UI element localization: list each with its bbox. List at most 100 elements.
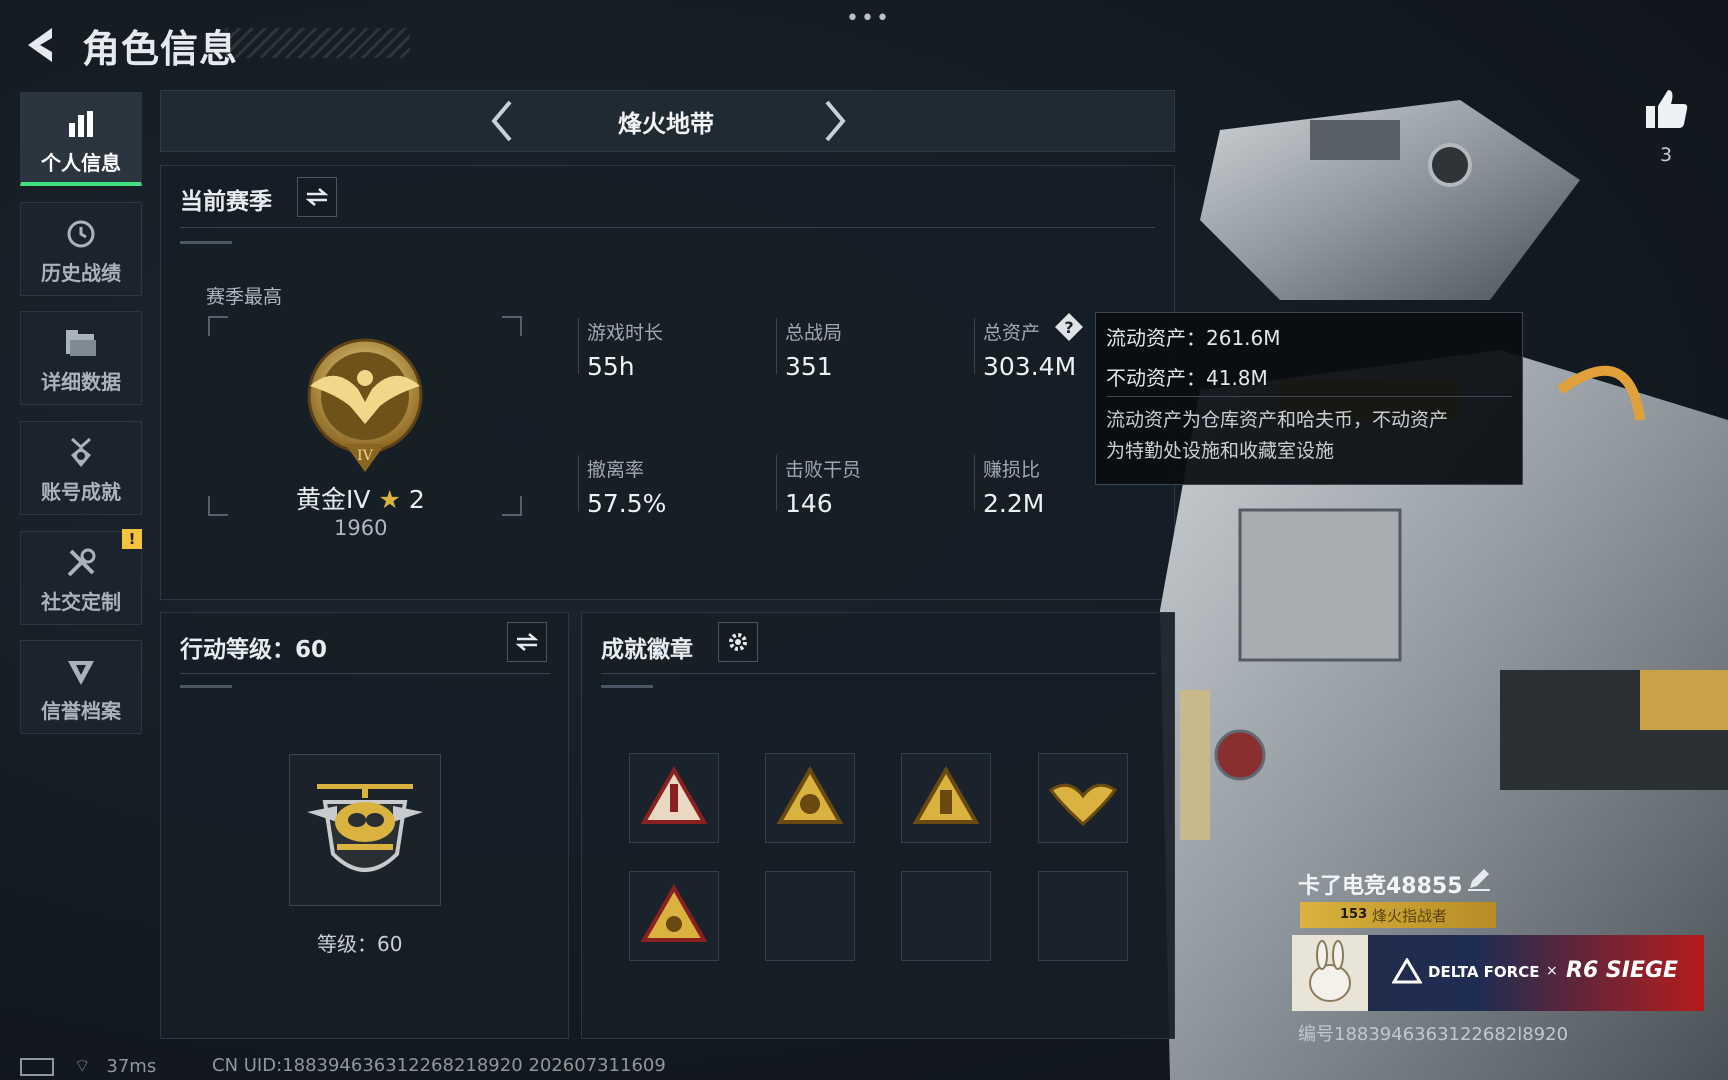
beast-badge-icon <box>776 765 844 824</box>
card-brand: DELTA FORCE <box>1428 963 1540 981</box>
card-separator: × <box>1546 963 1558 979</box>
stat-label: 撤离率 <box>587 459 645 481</box>
badge-slot-7-empty[interactable] <box>901 871 991 961</box>
player-id: 编号1883946363122682l8920 <box>1298 1024 1569 1045</box>
title-decoration <box>225 28 410 58</box>
sidebar-item-reputation[interactable]: 信誉档案 <box>20 640 142 734</box>
frame-corner <box>502 496 522 516</box>
achievements-title: 成就徽章 <box>601 637 693 663</box>
helicopter-emblem-icon <box>307 784 423 872</box>
swap-icon <box>515 633 539 651</box>
sidebar-item-label: 社交定制 <box>41 590 121 614</box>
alert-badge: ! <box>122 529 142 549</box>
thumbs-up-icon[interactable] <box>1644 86 1690 132</box>
stat-value: 57.5% <box>587 489 667 518</box>
frame-corner <box>208 496 228 516</box>
sidebar-item-achievements[interactable]: 账号成就 <box>20 421 142 515</box>
player-level-title: 烽火指战者 <box>1372 907 1448 925</box>
season-switch-button[interactable] <box>297 177 337 217</box>
stat-value: 351 <box>785 352 833 381</box>
action-level-switch-button[interactable] <box>507 622 547 662</box>
medal-icon <box>21 436 141 470</box>
avatar <box>1292 935 1368 1011</box>
action-level-title: 行动等级：60 <box>180 637 328 663</box>
sidebar-item-label: 个人信息 <box>41 151 121 175</box>
mode-title: 烽火地带 <box>618 110 714 138</box>
sidebar-item-label: 详细数据 <box>41 370 121 394</box>
eagle-badge-icon <box>1048 783 1118 827</box>
rank-stars: 2 <box>408 485 425 514</box>
sidebar-item-history[interactable]: 历史战绩 <box>20 202 142 296</box>
badge-slot-3[interactable] <box>901 753 991 843</box>
badge-slot-1[interactable] <box>629 753 719 843</box>
chevron-right-icon[interactable] <box>815 96 855 146</box>
stat-label: 赚损比 <box>983 459 1041 481</box>
card-collab: R6 SIEGE <box>1566 958 1679 983</box>
gold-rank-emblem-icon: IV <box>307 338 423 472</box>
chevron-left-icon[interactable] <box>482 96 522 146</box>
sidebar-item-label: 历史战绩 <box>41 261 121 285</box>
sidebar-item-detailed-data[interactable]: 详细数据 <box>20 311 142 405</box>
svg-text:?: ? <box>1064 318 1073 337</box>
sidebar-item-label: 账号成就 <box>41 480 121 504</box>
tooltip-liquid-assets: 流动资产：261.6M <box>1106 326 1281 350</box>
svg-text:IV: IV <box>357 448 374 464</box>
back-arrow-icon[interactable] <box>18 22 64 68</box>
stat-label: 击败干员 <box>785 459 862 481</box>
badge-slot-2[interactable] <box>765 753 855 843</box>
help-icon[interactable]: ? <box>1054 312 1084 342</box>
bar-chart-icon <box>21 107 141 141</box>
sidebar-item-personal-info[interactable]: 个人信息 <box>20 92 142 186</box>
swap-icon <box>305 188 329 206</box>
achievements-settings-button[interactable] <box>718 622 758 662</box>
tools-icon <box>21 546 141 580</box>
character-model <box>1160 90 1728 1080</box>
divider-accent <box>180 241 232 244</box>
page-title: 角色信息 <box>82 27 239 71</box>
stat-divider <box>974 318 975 374</box>
gear-icon <box>729 633 747 651</box>
edit-pencil-icon[interactable] <box>1466 866 1492 892</box>
frame-corner <box>502 316 522 336</box>
stat-label: 总资产 <box>983 322 1041 344</box>
divider-accent <box>180 685 232 688</box>
sidebar-item-label: 信誉档案 <box>41 699 121 723</box>
history-clock-icon <box>21 217 141 251</box>
stat-label: 总战局 <box>785 322 843 344</box>
divider <box>180 673 550 674</box>
tooltip-divider <box>1106 396 1512 397</box>
badge-slot-5[interactable] <box>629 871 719 961</box>
stat-divider <box>974 455 975 511</box>
tooltip-desc-line: 流动资产为仓库资产和哈夫币，不动资产 <box>1106 409 1449 431</box>
shield-badge-icon <box>21 655 141 689</box>
rocket-badge-icon <box>640 765 708 824</box>
rank-name: 黄金IV ★ 2 <box>296 480 425 516</box>
stat-value: 146 <box>785 489 833 518</box>
stat-value: 303.4M <box>983 352 1077 381</box>
battery-icon <box>20 1058 54 1076</box>
ping-value: 37ms <box>106 1056 157 1077</box>
divider <box>180 227 1155 228</box>
status-bar: ⌔ 37ms <box>20 1055 156 1078</box>
folder-icon <box>21 326 141 360</box>
badge-slot-4[interactable] <box>1038 753 1128 843</box>
divider <box>601 673 1156 674</box>
badge-slot-8-empty[interactable] <box>1038 871 1128 961</box>
more-menu-button[interactable]: ••• <box>846 6 891 31</box>
stat-label: 游戏时长 <box>587 322 664 344</box>
uid-text: CN UID:188394636312268218920 20260731160… <box>212 1055 666 1076</box>
player-name: 卡了电竞48855 <box>1298 874 1463 899</box>
frame-corner <box>208 316 228 336</box>
soldier-badge-icon <box>912 765 980 824</box>
tooltip-fixed-assets: 不动资产：41.8M <box>1106 366 1268 390</box>
like-count: 3 <box>1660 144 1673 166</box>
star-icon: ★ <box>378 485 401 514</box>
badge-slot-6-empty[interactable] <box>765 871 855 961</box>
season-best-label: 赛季最高 <box>206 286 283 308</box>
stat-divider <box>776 455 777 511</box>
lion-badge-icon <box>640 883 708 942</box>
season-title: 当前赛季 <box>180 189 272 215</box>
wifi-icon: ⌔ <box>73 1056 91 1077</box>
rank-score: 1960 <box>334 516 388 540</box>
delta-force-logo-icon <box>1392 958 1422 984</box>
